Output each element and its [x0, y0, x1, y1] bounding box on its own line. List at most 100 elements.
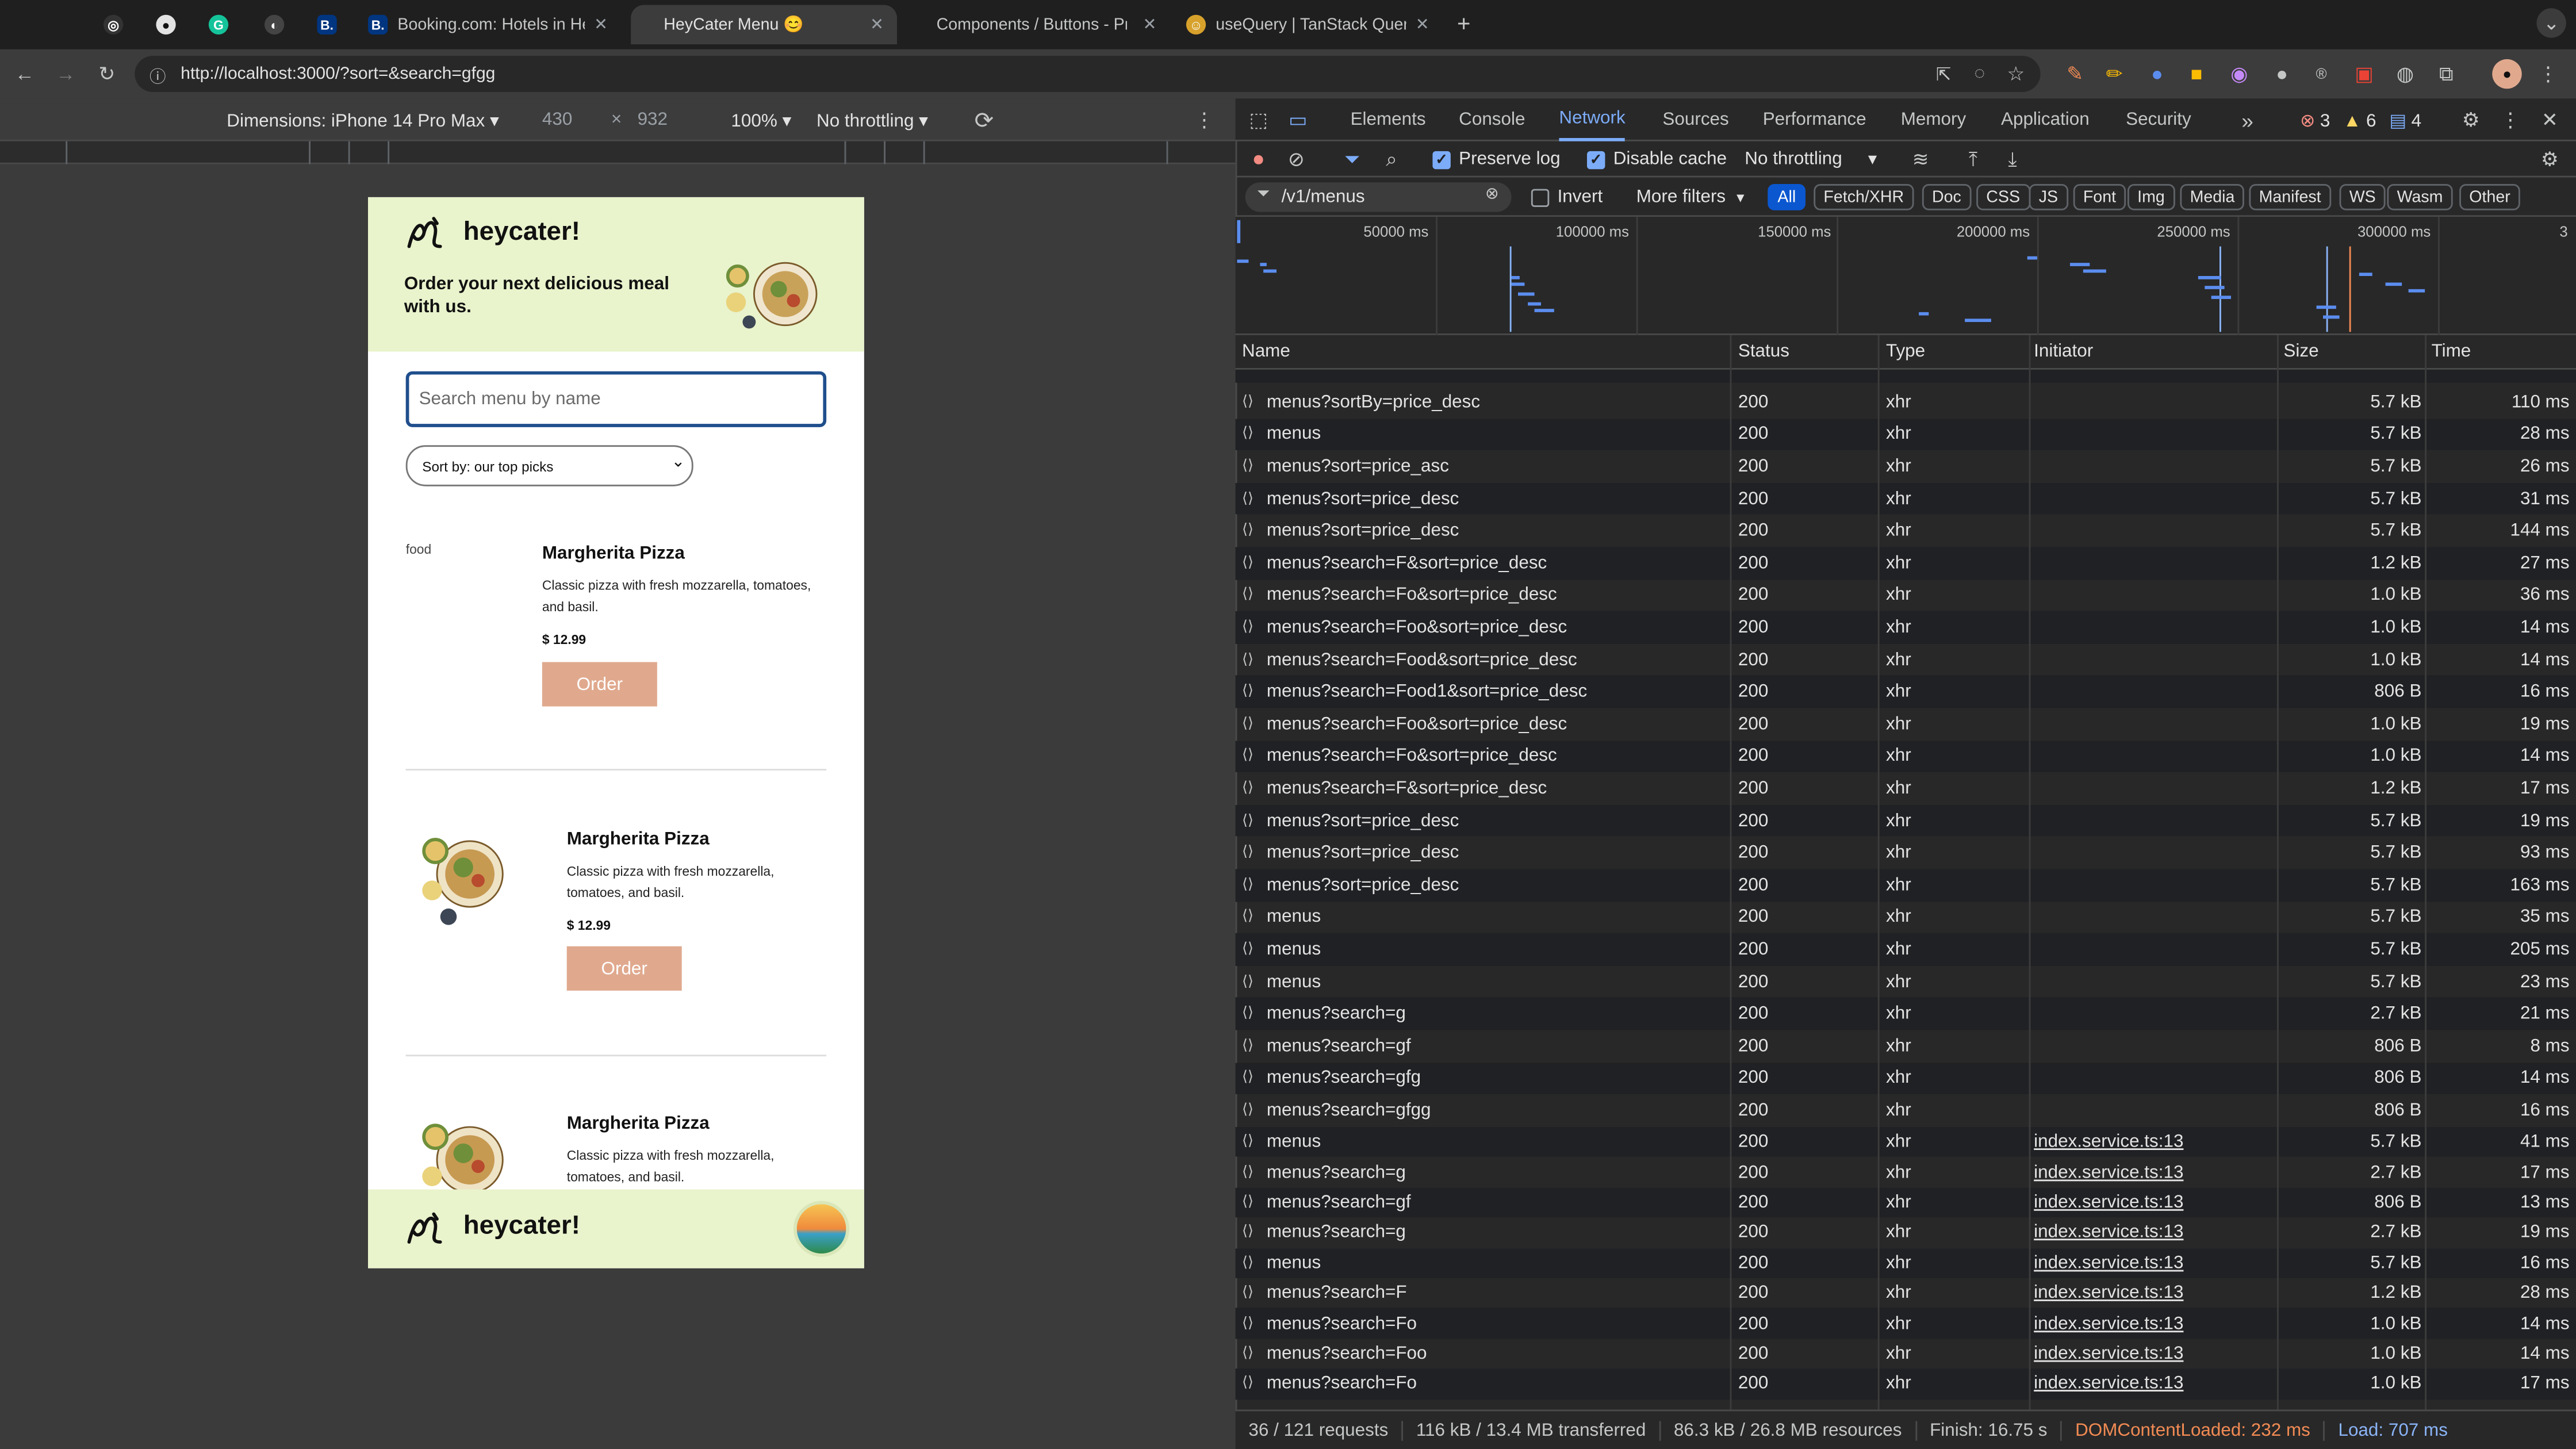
table-row[interactable]: ⟨⟩ menus?sort=price_desc 200 xhr 5.7 kB 144 m…	[1236, 515, 2576, 547]
table-row[interactable]: ⟨⟩ menus?sort=price_desc 200 xhr 5.7 kB 163 m…	[1235, 869, 2576, 902]
device-width-input[interactable]: 430	[542, 110, 572, 129]
request-initiator[interactable]: index.service.ts:13	[2034, 1283, 2183, 1303]
filter-input[interactable]: ⏷ /v1/menus ⊗	[1245, 182, 1512, 212]
browser-tab-storybook[interactable]: Components / Buttons - Prim ✕	[907, 5, 1170, 45]
extensions-puzzle-icon[interactable]: ⧉	[2432, 59, 2461, 89]
type-filter-fetch-xhr[interactable]: Fetch/XHR	[1814, 184, 1914, 210]
request-initiator[interactable]: index.service.ts:13	[2034, 1223, 2183, 1243]
table-row[interactable]: ⟨⟩ menus?search=Fo 200 xhr index.service.ts:…	[1235, 1308, 2576, 1339]
extension-paint-icon[interactable]: ✎	[2060, 59, 2090, 89]
invert-checkbox[interactable]: Invert	[1531, 187, 1603, 207]
type-filter-media[interactable]: Media	[2180, 184, 2245, 210]
table-row[interactable]: ⟨⟩ menus?search=Food&sort=price_desc 200 xh…	[1236, 643, 2576, 676]
column-header-name[interactable]: Name	[1242, 342, 1290, 361]
browser-tab-booking[interactable]: B. Booking.com: Hotels in Helsi ✕	[355, 5, 621, 45]
table-row[interactable]: ⟨⟩ menus?search=g 200 xhr index.service.ts:1…	[1236, 1157, 2576, 1188]
clear-filter-icon[interactable]: ⊗	[1485, 186, 1499, 204]
request-initiator[interactable]: index.service.ts:13	[2034, 1314, 2183, 1333]
extension-yellow-icon[interactable]: ■	[2182, 59, 2211, 89]
devtools-close-icon[interactable]: ✕	[2535, 105, 2564, 135]
filter-funnel-icon[interactable]: ⏷	[1337, 144, 1367, 174]
close-icon[interactable]: ✕	[870, 16, 884, 33]
devtools-tab-application[interactable]: Application	[2001, 98, 2090, 141]
inspect-element-icon[interactable]: ⬚	[1244, 105, 1273, 135]
browser-tab[interactable]: B.	[309, 5, 345, 45]
clear-icon[interactable]: ⊘	[1282, 144, 1311, 174]
devtools-tab-elements[interactable]: Elements	[1351, 98, 1426, 141]
browser-tab[interactable]: ◐	[256, 5, 293, 45]
media-query-ruler[interactable]	[0, 141, 1236, 164]
device-height-input[interactable]: 932	[638, 110, 668, 129]
network-conditions-wifi-icon[interactable]: ≋	[1906, 144, 1935, 174]
settings-gear-icon[interactable]: ⚙	[2456, 105, 2485, 135]
request-initiator[interactable]: index.service.ts:13	[2034, 1253, 2183, 1272]
new-tab-plus-icon[interactable]: +	[1449, 8, 1478, 37]
devtools-more-icon[interactable]: ⋮	[2496, 105, 2525, 135]
export-har-icon[interactable]: ⤓	[1998, 144, 2027, 174]
network-throttling-select[interactable]: No throttling ▼	[1745, 150, 1880, 169]
type-filter-doc[interactable]: Doc	[1922, 184, 1971, 210]
extension-drop-icon[interactable]: ●	[2142, 59, 2172, 89]
type-filter-css[interactable]: CSS	[1976, 184, 2030, 210]
bookmark-star-icon[interactable]: ☆	[2001, 59, 2030, 89]
disable-cache-checkbox[interactable]: ✓ Disable cache	[1587, 150, 1727, 169]
import-har-icon[interactable]: ⤒	[1958, 144, 1988, 174]
order-button[interactable]: Order	[566, 946, 682, 991]
table-row[interactable]: ⟨⟩ menus?sortBy=price_desc 200 xhr 5.7 kB 110…	[1236, 386, 2576, 418]
devtools-tab-sources[interactable]: Sources	[1662, 98, 1728, 141]
table-row[interactable]: ⟨⟩ menus?search=Food1&sort=price_desc 200 x…	[1235, 676, 2576, 708]
table-row[interactable]	[1235, 369, 2576, 383]
tab-search-chevron-icon[interactable]: ⌄	[2536, 8, 2566, 38]
devtools-tab-memory[interactable]: Memory	[1901, 98, 1966, 141]
table-row[interactable]: ⟨⟩ menus?search=Foo&sort=price_desc 200 xhr…	[1235, 611, 2576, 644]
table-row[interactable]: ⟨⟩ menus?sort=price_desc 200 xhr 5.7 kB 19 ms	[1235, 804, 2576, 837]
eye-off-icon[interactable]: ◌	[1965, 59, 1994, 89]
column-header-status[interactable]: Status	[1738, 342, 1789, 361]
table-row[interactable]: ⟨⟩ menus 200 xhr 5.7 kB 35 ms	[1236, 901, 2576, 933]
table-row[interactable]: ⟨⟩ menus?search=Foo&sort=price_desc 200 xhr…	[1236, 708, 2576, 740]
extension-mask-icon[interactable]: ◉	[2225, 59, 2254, 89]
close-icon[interactable]: ✕	[1416, 16, 1429, 33]
type-filter-ws[interactable]: WS	[2339, 184, 2386, 210]
type-filter-other[interactable]: Other	[2459, 184, 2520, 210]
url-text[interactable]: http://localhost:3000/?sort=&search=gfgg	[181, 64, 495, 83]
type-filter-wasm[interactable]: Wasm	[2387, 184, 2453, 210]
devtools-tab-console[interactable]: Console	[1459, 98, 1525, 141]
network-settings-gear-icon[interactable]: ⚙	[2535, 144, 2564, 174]
search-icon[interactable]: ⌕	[1377, 144, 1406, 174]
request-initiator[interactable]: index.service.ts:13	[2034, 1374, 2183, 1394]
device-dimensions-select[interactable]: Dimensions: iPhone 14 Pro Max ▾	[227, 110, 499, 131]
devtools-tab-performance[interactable]: Performance	[1763, 98, 1866, 141]
request-initiator[interactable]: index.service.ts:13	[2034, 1193, 2183, 1212]
table-row[interactable]: ⟨⟩ menus?search=Fo&sort=price_desc 200 xhr 1…	[1236, 579, 2576, 611]
table-row[interactable]: ⟨⟩ menus 200 xhr index.service.ts:13 5.7 kB 16…	[1235, 1248, 2576, 1278]
extension-pencil-icon[interactable]: ✏	[2099, 59, 2129, 89]
sort-select[interactable]: Sort by: our top picks ⌄	[405, 445, 693, 486]
open-in-window-icon[interactable]: ⇱	[1929, 59, 1958, 89]
type-filter-font[interactable]: Font	[2073, 184, 2126, 210]
table-row[interactable]: ⟨⟩ menus?sort=price_asc 200 xhr 5.7 kB 26 ms	[1236, 450, 2576, 482]
request-initiator[interactable]: index.service.ts:13	[2034, 1163, 2183, 1182]
type-filter-js[interactable]: JS	[2029, 184, 2068, 210]
type-filter-all[interactable]: All	[1768, 184, 1806, 210]
forward-arrow-icon[interactable]: →	[51, 59, 80, 89]
column-header-time[interactable]: Time	[2432, 342, 2471, 361]
table-row[interactable]: ⟨⟩ menus?search=gfgg 200 xhr 806 B 16 ms	[1236, 1094, 2576, 1126]
zoom-select[interactable]: 100% ▾	[731, 110, 791, 131]
browser-tab-tanstack[interactable]: ☺ useQuery | TanStack Query R ✕	[1173, 5, 1443, 45]
chat-avatar-icon[interactable]	[793, 1201, 850, 1257]
table-row[interactable]: ⟨⟩ menus 200 xhr 5.7 kB 28 ms	[1235, 418, 2576, 451]
browser-tab[interactable]: ●	[148, 5, 184, 45]
table-row[interactable]: ⟨⟩ menus?search=gf 200 xhr index.service.ts:…	[1235, 1187, 2576, 1218]
column-header-type[interactable]: Type	[1886, 342, 1925, 361]
table-row[interactable]: ⟨⟩ menus?sort=price_desc 200 xhr 5.7 kB 93 ms	[1236, 837, 2576, 869]
browser-tab[interactable]: ◎	[95, 5, 132, 45]
table-row[interactable]: ⟨⟩ menus 200 xhr index.service.ts:13 5.7 kB 41…	[1235, 1127, 2576, 1157]
devtools-tab-security[interactable]: Security	[2126, 98, 2191, 141]
request-initiator[interactable]: index.service.ts:13	[2034, 1132, 2183, 1152]
reload-icon[interactable]: ↻	[92, 59, 121, 89]
device-toggle-icon[interactable]: ▭	[1283, 105, 1312, 135]
table-row[interactable]: ⟨⟩ menus?search=F&sort=price_desc 200 xhr 1.…	[1235, 547, 2576, 580]
more-filters-dropdown[interactable]: More filters ▼	[1636, 187, 1747, 207]
search-input[interactable]: Search menu by name	[405, 371, 827, 427]
